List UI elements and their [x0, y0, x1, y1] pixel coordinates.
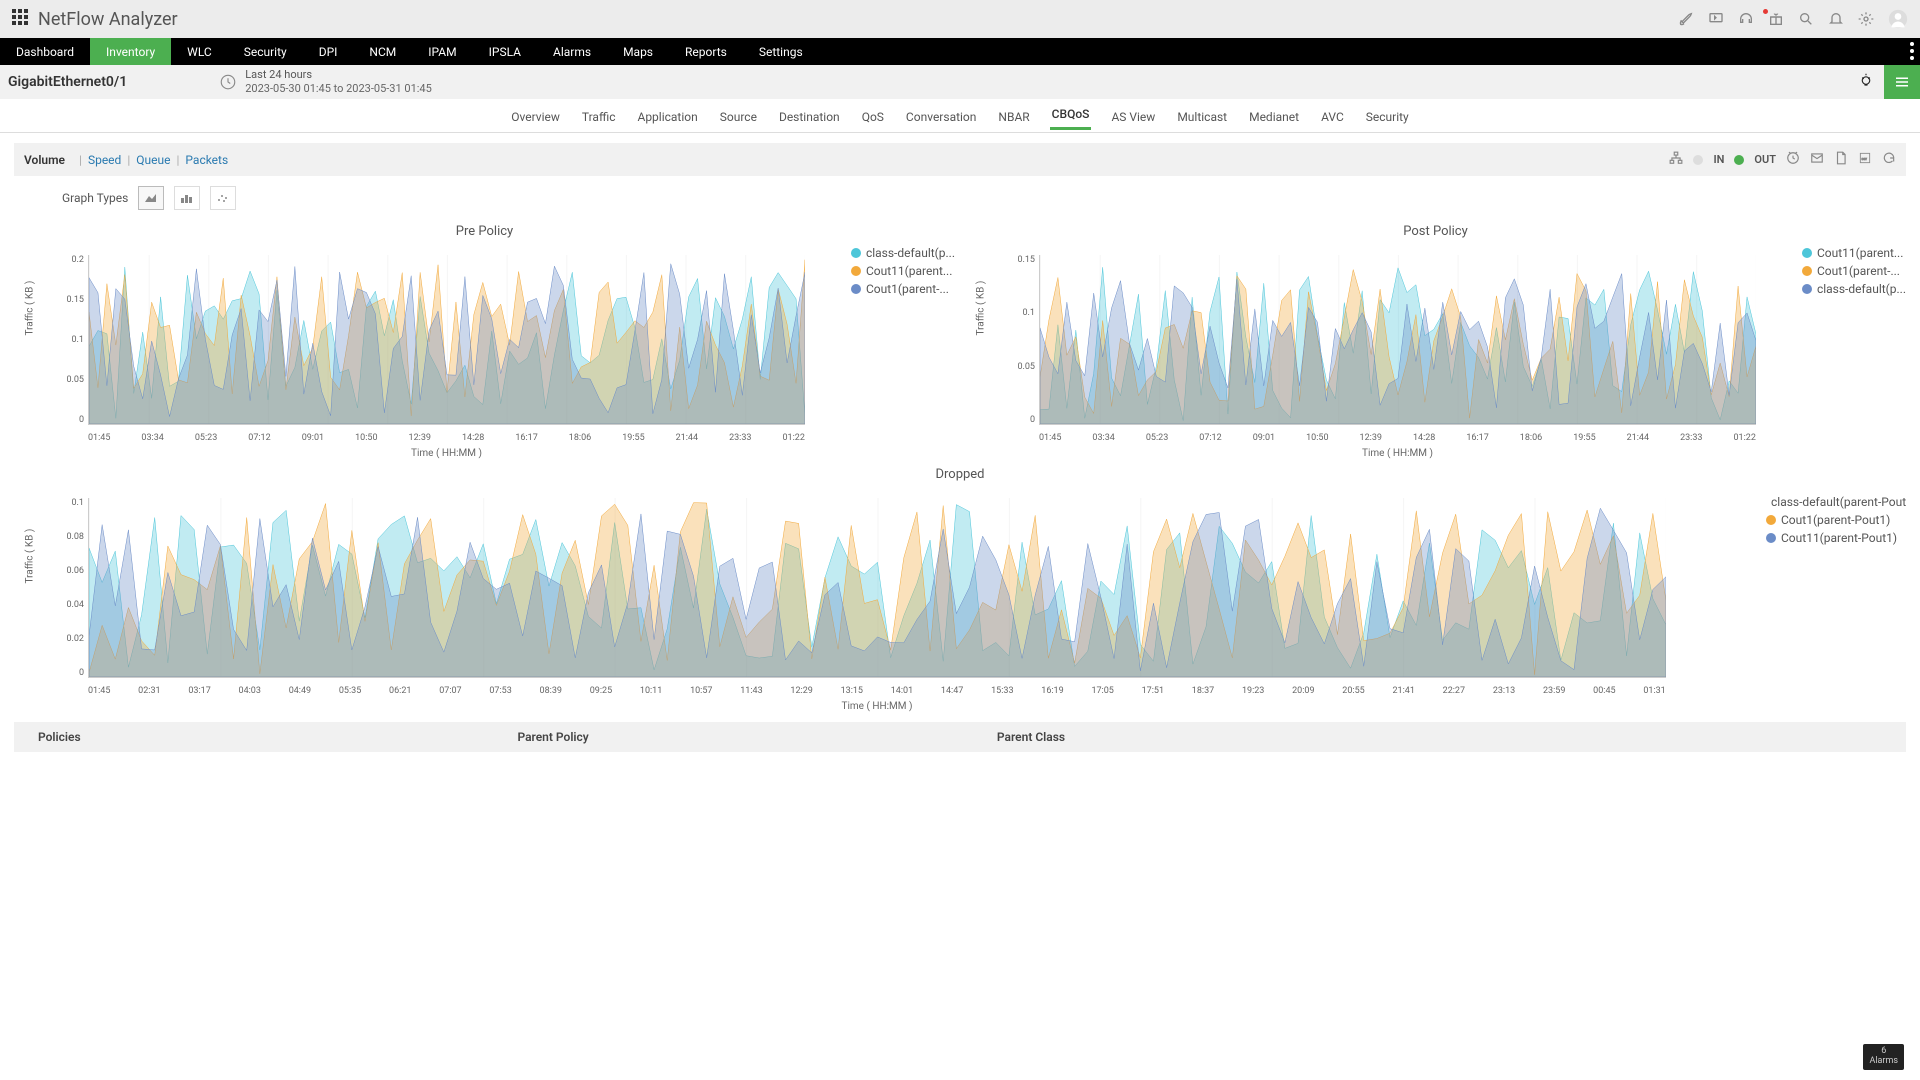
legend-item[interactable]: Cout1(parent-... [851, 282, 955, 296]
hamburger-icon [1893, 73, 1911, 91]
col-policies[interactable]: Policies [38, 730, 517, 744]
nav-menu-icon[interactable] [1910, 42, 1914, 64]
search-icon[interactable] [1798, 11, 1814, 27]
graph-types-label: Graph Types [62, 191, 128, 205]
graph-types: Graph Types [62, 186, 1920, 210]
legend-item[interactable]: Cout11(parent-Pout1) [1766, 531, 1906, 545]
col-parent-class[interactable]: Parent Class [997, 730, 1476, 744]
alarms-badge[interactable]: 6 Alarms [1863, 1044, 1904, 1070]
gift-icon[interactable] [1768, 11, 1784, 27]
table-header: Policies Parent Policy Parent Class [14, 722, 1906, 752]
tab-medianet[interactable]: Medianet [1247, 104, 1301, 130]
sub-header: GigabitEthernet0/1 Last 24 hours 2023-05… [0, 65, 1920, 99]
tab-security[interactable]: Security [1364, 104, 1411, 130]
legend-item[interactable]: Cout1(parent-Pout1) [1766, 513, 1906, 527]
nav-ipsla[interactable]: IPSLA [473, 38, 537, 65]
legend-item[interactable]: class-default(parent-Pout1) [1766, 495, 1906, 509]
avatar-icon[interactable] [1888, 9, 1908, 29]
legend-item[interactable]: class-default(p... [1802, 282, 1906, 296]
legend-item[interactable]: Cout11(parent... [1802, 246, 1906, 260]
tab-destination[interactable]: Destination [777, 104, 842, 130]
bar-chart-button[interactable] [174, 186, 200, 210]
out-label[interactable]: OUT [1754, 153, 1776, 166]
nav-dashboard[interactable]: Dashboard [0, 38, 90, 65]
nav-alarms[interactable]: Alarms [537, 38, 607, 65]
scatter-chart-button[interactable] [210, 186, 236, 210]
chart-pre-policy: Pre Policy class-default(p... Cout11(pare… [14, 218, 955, 455]
filter-speed[interactable]: Speed [88, 153, 121, 167]
headset-icon[interactable] [1738, 11, 1754, 27]
tab-overview[interactable]: Overview [509, 104, 562, 130]
app-grid-icon[interactable] [12, 9, 28, 29]
mail-icon[interactable] [1810, 151, 1824, 168]
out-dot [1734, 155, 1744, 165]
detail-tabs: Overview Traffic Application Source Destinat… [0, 99, 1920, 133]
tab-conversation[interactable]: Conversation [904, 104, 978, 130]
legend-item[interactable]: Cout11(parent... [851, 264, 955, 278]
area-chart-button[interactable] [138, 186, 164, 210]
col-parent-policy[interactable]: Parent Policy [517, 730, 996, 744]
tab-application[interactable]: Application [635, 104, 699, 130]
topbar: NetFlow Analyzer [0, 0, 1920, 38]
schedule-icon[interactable] [1786, 151, 1800, 168]
filter-packets[interactable]: Packets [185, 153, 228, 167]
main-nav: DashboardInventoryWLCSecurityDPINCMIPAMI… [0, 38, 1920, 65]
monitor-icon[interactable] [1708, 11, 1724, 27]
nav-dpi[interactable]: DPI [303, 38, 354, 65]
tab-avc[interactable]: AVC [1319, 104, 1346, 130]
time-range-selector[interactable]: Last 24 hours 2023-05-30 01:45 to 2023-0… [219, 68, 432, 97]
bell-icon[interactable] [1828, 11, 1844, 27]
legend-item[interactable]: Cout1(parent-... [1802, 264, 1906, 278]
nav-reports[interactable]: Reports [669, 38, 743, 65]
clock-icon [219, 73, 237, 91]
chart-dropped: Dropped class-default(parent-Pout1) Cout1… [0, 467, 1920, 708]
chart-post-policy: Post Policy Cout11(parent... Cout1(parent… [965, 218, 1906, 455]
time-label: Last 24 hours [245, 68, 432, 82]
tab-as-view[interactable]: AS View [1109, 104, 1157, 130]
refresh-icon[interactable] [1882, 151, 1896, 168]
svg-text:csv: csv [1862, 157, 1868, 161]
nav-maps[interactable]: Maps [607, 38, 669, 65]
legend-item[interactable]: class-default(p... [851, 246, 955, 260]
filter-active[interactable]: Volume [24, 153, 65, 167]
chart-title: Post Policy [965, 224, 1906, 239]
alerts-button[interactable] [1848, 65, 1884, 99]
in-dot [1693, 155, 1703, 165]
pdf-icon[interactable] [1834, 151, 1848, 168]
tab-multicast[interactable]: Multicast [1175, 104, 1229, 130]
lightbulb-icon [1857, 73, 1875, 91]
chart-title: Dropped [14, 467, 1906, 482]
rocket-icon[interactable] [1678, 11, 1694, 27]
time-range: 2023-05-30 01:45 to 2023-05-31 01:45 [245, 82, 432, 96]
csv-icon[interactable]: csv [1858, 151, 1872, 168]
nav-wlc[interactable]: WLC [171, 38, 228, 65]
chart-title: Pre Policy [14, 224, 955, 239]
in-label[interactable]: IN [1713, 153, 1724, 166]
tab-cbqos[interactable]: CBQoS [1050, 101, 1092, 130]
nav-ipam[interactable]: IPAM [412, 38, 472, 65]
nav-inventory[interactable]: Inventory [90, 38, 171, 65]
tab-traffic[interactable]: Traffic [580, 104, 618, 130]
tab-nbar[interactable]: NBAR [996, 104, 1031, 130]
tab-source[interactable]: Source [718, 104, 759, 130]
tab-qos[interactable]: QoS [860, 104, 886, 130]
tree-icon[interactable] [1669, 151, 1683, 168]
nav-settings[interactable]: Settings [743, 38, 819, 65]
nav-security[interactable]: Security [228, 38, 303, 65]
filter-bar: Volume | Speed | Queue | Packets IN OUT … [14, 143, 1906, 176]
nav-ncm[interactable]: NCM [353, 38, 412, 65]
menu-button[interactable] [1884, 65, 1920, 99]
interface-name: GigabitEthernet0/1 [8, 74, 139, 90]
app-title: NetFlow Analyzer [38, 9, 178, 30]
filter-queue[interactable]: Queue [136, 153, 170, 167]
gear-icon[interactable] [1858, 11, 1874, 27]
